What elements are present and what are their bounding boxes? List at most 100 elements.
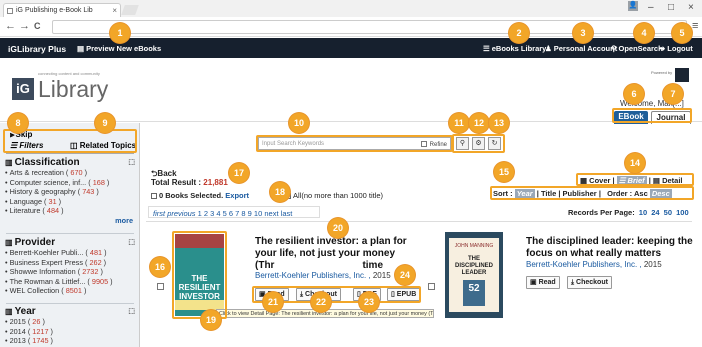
publisher-name: Berrett-Koehler Publishers, Inc. — [255, 271, 367, 280]
browser-menu-icon[interactable]: ≡ — [692, 20, 698, 32]
book-publisher[interactable]: Berrett-Koehler Publishers, Inc. , 2015 — [526, 260, 662, 269]
settings-button[interactable]: ⚙ — [472, 137, 485, 150]
facet-item[interactable]: • 2015 ( 26 ) — [5, 317, 137, 327]
facet-item-count: 670 — [70, 168, 83, 177]
pager-pages[interactable]: 1 2 3 4 5 6 7 8 9 10 — [198, 209, 263, 218]
facet-item[interactable]: • History & geography ( 743 ) — [5, 187, 137, 197]
callout-marker: 12 — [469, 113, 489, 133]
new-tab-button[interactable] — [121, 5, 139, 15]
export-link[interactable]: Export — [225, 191, 249, 200]
order-label[interactable]: Order : Asc — [607, 189, 648, 198]
facet-title-text: Year — [14, 306, 36, 317]
book-publisher[interactable]: Berrett-Koehler Publishers, Inc. , 2015 — [255, 271, 391, 280]
view-brief-option[interactable]: ☰ Brief — [616, 176, 647, 185]
forward-icon[interactable]: → — [19, 20, 30, 32]
sort-title[interactable]: Title — [541, 189, 556, 198]
facet-item[interactable]: • The Rowman & Littlef... ( 9905 ) — [5, 277, 137, 287]
view-detail-option[interactable]: ▤ Detail — [653, 176, 683, 185]
pin-icon[interactable]: ⬚ — [128, 238, 135, 246]
search-input[interactable]: Input Search Keywords Refine — [258, 137, 451, 150]
pager-last[interactable]: last — [281, 209, 293, 218]
select-all[interactable]: All(no more than 1000 title) — [285, 191, 383, 200]
facet-item[interactable]: • Showwe Information ( 2732 ) — [5, 267, 137, 277]
book-title[interactable]: The disciplined leader: keeping the focu… — [526, 236, 698, 260]
book-cover[interactable]: THE RESILIENT INVESTOR — [175, 234, 224, 316]
divider — [6, 233, 134, 234]
brand-name[interactable]: iGLibrary Plus — [8, 44, 66, 54]
minimize-icon[interactable]: – — [648, 2, 654, 13]
book-select-checkbox[interactable] — [157, 283, 164, 290]
preview-new-ebooks-link[interactable]: ▤ Preview New eBooks — [77, 44, 161, 53]
facet-item[interactable]: • Berrett-Koehler Publi... ( 481 ) — [5, 248, 137, 258]
facet-item-label: The Rowman & Littlef... — [9, 276, 86, 286]
facet-item-label: Arts & recreation — [9, 168, 64, 177]
book-cover[interactable]: JOHN MANNING THE DISCIPLINED LEADER 52 — [445, 232, 503, 318]
back-icon[interactable]: ← — [5, 20, 16, 32]
sort-year[interactable]: Year — [514, 189, 535, 198]
records-option[interactable]: 24 — [651, 208, 659, 217]
facet-item[interactable]: • Literature ( 484 ) — [5, 206, 137, 216]
facet-item[interactable]: • Arts & recreation ( 670 ) — [5, 168, 137, 178]
pager-first[interactable]: first — [153, 209, 165, 218]
facet-item-label: 2013 — [9, 336, 26, 346]
pager-previous[interactable]: previous — [167, 209, 195, 218]
facet-item[interactable]: • WEL Collection ( 8501 ) — [5, 286, 137, 296]
checkbox[interactable] — [151, 193, 157, 199]
reset-button[interactable]: ↻ — [488, 137, 501, 150]
book-select-checkbox[interactable] — [428, 283, 435, 290]
personal-account-link[interactable]: ♟ Personal Account — [545, 44, 617, 53]
view-cover-option[interactable]: ▦ Cover — [580, 176, 610, 185]
facet-item[interactable]: • 2013 ( 1745 ) — [5, 336, 137, 346]
checkbox[interactable] — [420, 141, 427, 147]
pager-next[interactable]: next — [264, 209, 278, 218]
records-option[interactable]: 50 — [664, 208, 672, 217]
book-year: 2015 — [643, 260, 662, 269]
browser-tab[interactable]: iG Publishing e-Book Lib × — [3, 3, 121, 17]
facet-item-label: Berrett-Koehler Publi... — [9, 248, 84, 257]
related-topics-toggle[interactable]: ◫ Related Topics — [70, 141, 136, 150]
ebooks-library-label: eBooks Library — [491, 44, 547, 53]
pin-icon[interactable]: ⬚ — [128, 158, 135, 166]
book-title-line: The disciplined leader: keeping the — [526, 236, 693, 247]
epub-button[interactable]: ▯ EPUB — [387, 288, 421, 301]
user-profile-icon[interactable]: 👤 — [628, 1, 638, 11]
close-window-icon[interactable]: × — [688, 2, 694, 13]
filters-toggle[interactable]: ☰ Filters — [10, 141, 43, 150]
tab-journal[interactable]: Journal — [651, 111, 691, 124]
more-link[interactable]: more — [5, 216, 137, 225]
callout-marker: 11 — [449, 113, 469, 133]
pin-icon[interactable]: ⬚ — [128, 307, 135, 315]
search-button[interactable]: ⚲ — [456, 137, 469, 150]
records-option[interactable]: 10 — [639, 208, 647, 217]
book-title[interactable]: The resilient investor: a plan for your … — [255, 236, 445, 272]
facet-item[interactable]: • 2014 ( 1217 ) — [5, 327, 137, 337]
read-button[interactable]: ▣ Read — [526, 276, 560, 289]
cover-number: 52 — [463, 280, 485, 306]
maximize-icon[interactable]: □ — [668, 2, 674, 13]
facet-item[interactable]: • Language ( 31 ) — [5, 197, 137, 207]
close-tab-icon[interactable]: × — [112, 6, 117, 15]
callout-marker: 20 — [328, 218, 348, 238]
view-detail-label: Detail — [662, 176, 683, 185]
total-result-label: Total Result : — [151, 178, 204, 187]
refine-checkbox[interactable]: Refine — [420, 141, 447, 148]
facet-classification: ▥ Classification ⬚ • Arts & recreation ( 67… — [5, 157, 137, 225]
list-icon: ☰ — [483, 44, 490, 53]
logout-link[interactable]: ➜ Logout — [659, 44, 693, 53]
checkout-button[interactable]: ⤓ Checkout — [567, 276, 612, 289]
tab-ebook[interactable]: EBook — [614, 111, 648, 124]
facet-item[interactable]: • Computer science, inf... ( 168 ) — [5, 178, 137, 188]
sort-publisher[interactable]: Publisher — [563, 189, 597, 198]
ebooks-library-link[interactable]: ☰ eBooks Library — [483, 44, 546, 53]
preview-new-ebooks-label: Preview New eBooks — [86, 44, 162, 53]
callout-marker: 10 — [289, 113, 309, 133]
facet-title: ▥ Year ⬚ — [5, 306, 137, 317]
records-option[interactable]: 100 — [676, 208, 689, 217]
opensearch-link[interactable]: ⚲ OpenSearch — [611, 44, 663, 53]
view-cover-label: Cover — [589, 176, 611, 185]
personal-account-label: Personal Account — [553, 44, 618, 53]
reload-icon[interactable]: C — [34, 21, 41, 31]
facet-item[interactable]: • Business Expert Press ( 262 ) — [5, 258, 137, 268]
facet-item-label: 2014 — [9, 326, 26, 336]
order-desc[interactable]: Desc — [649, 189, 672, 198]
